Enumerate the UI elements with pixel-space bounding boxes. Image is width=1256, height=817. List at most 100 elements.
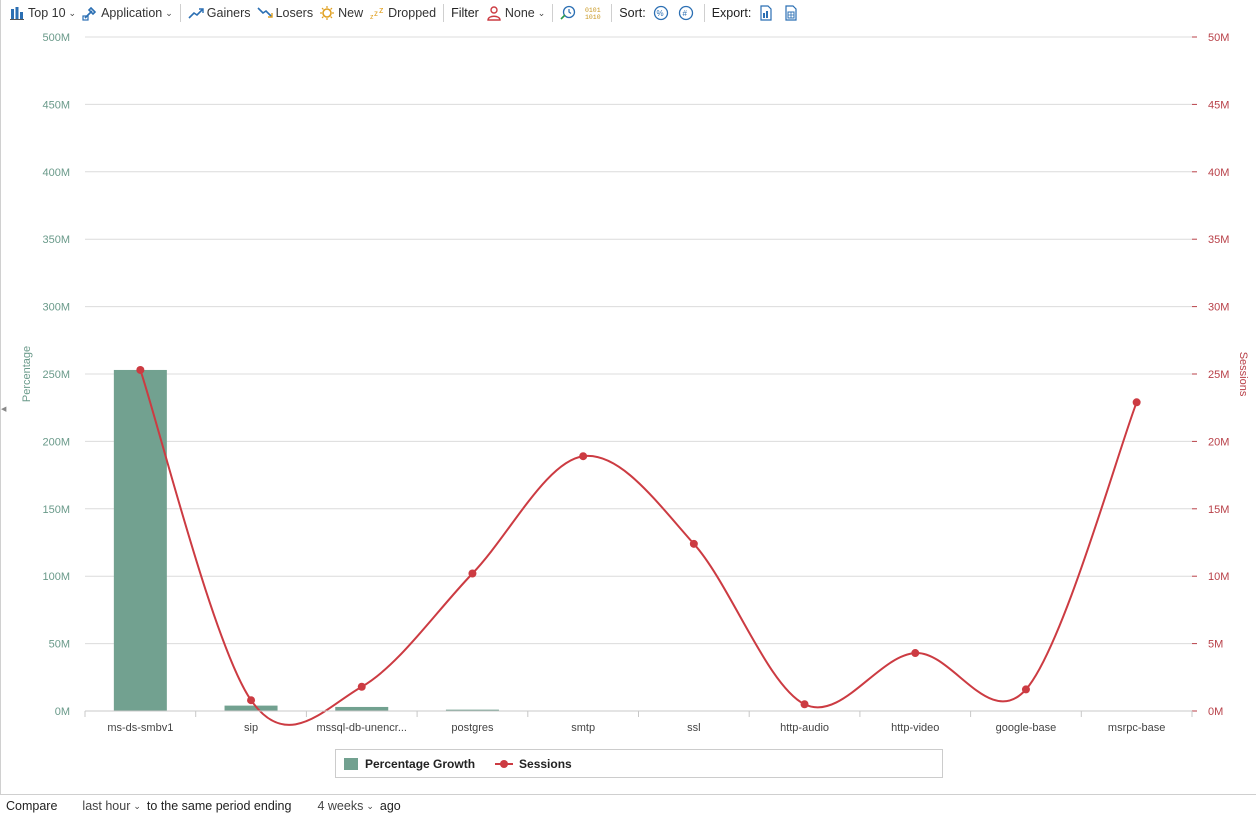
percent-icon: %: [653, 5, 669, 21]
grid-lines: [85, 36, 1192, 645]
sleep-icon: zzz: [369, 5, 385, 21]
right-axis: 0M 5M 10M 15M 20M 25M 30M 35M 40M 45M 50M: [1192, 32, 1229, 718]
filter-dropdown[interactable]: None ⌄: [483, 2, 548, 24]
left-tick-label: 250M: [42, 369, 70, 381]
chevron-down-icon: ⌄: [165, 7, 173, 18]
user-filter-icon: [486, 5, 502, 21]
sessions-point-mssql-db-unencr...: [357, 682, 366, 691]
sessions-point-google-base: [1021, 685, 1030, 694]
legend-line-marker: [495, 758, 514, 770]
compare-middle-text: to the same period ending: [146, 799, 292, 813]
sun-icon: [319, 5, 335, 21]
x-tick-label: http-video: [891, 722, 939, 734]
trend-down-icon: [256, 5, 273, 21]
dropped-button[interactable]: zzz Dropped: [366, 2, 439, 24]
left-axis: 0M 50M 100M 150M 200M 250M 300M 350M 400M 450M 500…: [42, 32, 70, 718]
new-button[interactable]: New: [316, 2, 366, 24]
right-tick-label: 50M: [1208, 32, 1229, 44]
bar-series: [113, 369, 499, 711]
dropped-label: Dropped: [388, 6, 437, 20]
sort-by-percent-button[interactable]: %: [650, 2, 675, 24]
left-tick-label: 500M: [42, 32, 70, 44]
x-tick-label: google-base: [996, 722, 1057, 734]
sessions-point-http-video: [911, 649, 920, 658]
sessions-point-ssl: [689, 539, 698, 548]
bar-chart-icon: [9, 5, 25, 21]
period-value: last hour: [82, 799, 131, 813]
right-tick-label: 40M: [1208, 167, 1229, 179]
gainers-button[interactable]: Gainers: [185, 2, 254, 24]
right-tick-label: 35M: [1208, 234, 1229, 246]
right-tick-label: 10M: [1208, 571, 1229, 583]
toolbar-divider: [179, 4, 181, 22]
svg-text:z: z: [379, 5, 384, 15]
export-pdf-button[interactable]: [755, 2, 780, 24]
svg-text:0101: 0101: [585, 7, 601, 14]
weeks-dropdown[interactable]: 4 weeks ⌄: [317, 799, 373, 813]
sort-by-count-button[interactable]: #: [675, 2, 700, 24]
toolbar-divider: [703, 4, 705, 22]
sessions-point-smtp: [579, 452, 588, 461]
legend-swatch: [344, 757, 358, 770]
filter-label: Filter: [451, 6, 479, 20]
x-tick-label: ms-ds-smbv1: [107, 722, 173, 734]
right-tick-label: 30M: [1208, 302, 1229, 314]
x-tick-label: sip: [244, 722, 258, 734]
time-view-button[interactable]: [557, 2, 582, 24]
toolbar: Top 10 ⌄ Application ⌄ Gainers Losers Ne…: [0, 0, 1256, 26]
sessions-point-ms-ds-smbv1: [136, 365, 145, 374]
left-axis-title: Percentage: [21, 346, 33, 402]
chart-legend: Percentage Growth Sessions: [335, 749, 943, 778]
x-tick-label: http-audio: [780, 722, 829, 734]
x-tick-label: ssl: [687, 722, 700, 734]
sessions-point-http-audio: [800, 700, 809, 709]
top-n-label: Top 10: [28, 6, 66, 20]
top-n-dropdown[interactable]: Top 10 ⌄: [6, 2, 79, 24]
export-spreadsheet-icon: [783, 5, 799, 21]
compare-bar: Compare last hour ⌄ to the same period e…: [0, 794, 1256, 817]
x-tick-label: msrpc-base: [1108, 722, 1165, 734]
period-dropdown[interactable]: last hour ⌄: [82, 799, 141, 813]
legend-item-sessions[interactable]: Sessions: [495, 757, 572, 771]
legend-label: Percentage Growth: [365, 756, 476, 771]
weeks-value: 4 weeks: [317, 799, 364, 813]
chevron-down-icon: ⌄: [366, 800, 374, 811]
hash-icon: #: [678, 5, 694, 21]
export-csv-button[interactable]: [780, 2, 805, 24]
trend-up-icon: [188, 5, 204, 21]
group-by-label: Application: [101, 6, 163, 20]
bar-ms-ds-smbv1: [113, 369, 167, 711]
sessions-point-postgres: [468, 569, 477, 578]
sessions-point-sip: [247, 696, 256, 705]
left-tick-label: 200M: [42, 436, 70, 448]
group-by-dropdown[interactable]: Application ⌄: [79, 2, 176, 24]
toolbar-divider: [552, 4, 554, 22]
left-tick-label: 150M: [42, 504, 70, 516]
compare-label: Compare: [6, 799, 58, 813]
bar-mssql-db-unencr...: [335, 706, 389, 711]
bar-sip: [224, 705, 278, 711]
ago-text: ago: [379, 799, 401, 813]
line-series: [136, 365, 1141, 726]
left-tick-label: 50M: [49, 639, 70, 651]
clock-icon: [560, 5, 576, 21]
toolbar-divider: [443, 4, 445, 22]
toolbar-divider: [611, 4, 613, 22]
new-label: New: [338, 6, 364, 20]
svg-text:1010: 1010: [585, 14, 601, 21]
sort-label: Sort:: [619, 6, 646, 20]
right-tick-label: 15M: [1208, 504, 1229, 516]
x-tick-label: postgres: [451, 722, 494, 734]
losers-button[interactable]: Losers: [254, 2, 317, 24]
application-icon: [82, 5, 98, 21]
left-tick-label: 400M: [42, 167, 70, 179]
combo-chart: 0M 50M 100M 150M 200M 250M 300M 350M 400M 450M 500…: [21, 32, 1249, 734]
svg-text:z: z: [374, 9, 378, 18]
right-tick-label: 25M: [1208, 369, 1229, 381]
right-tick-label: 45M: [1208, 99, 1229, 111]
legend-item-percentage-growth[interactable]: Percentage Growth: [344, 757, 475, 771]
binary-view-button[interactable]: 0101 1010: [582, 2, 607, 24]
right-tick-label: 0M: [1208, 706, 1223, 718]
chevron-down-icon: ⌄: [68, 7, 77, 18]
chevron-down-icon: ⌄: [133, 800, 141, 811]
